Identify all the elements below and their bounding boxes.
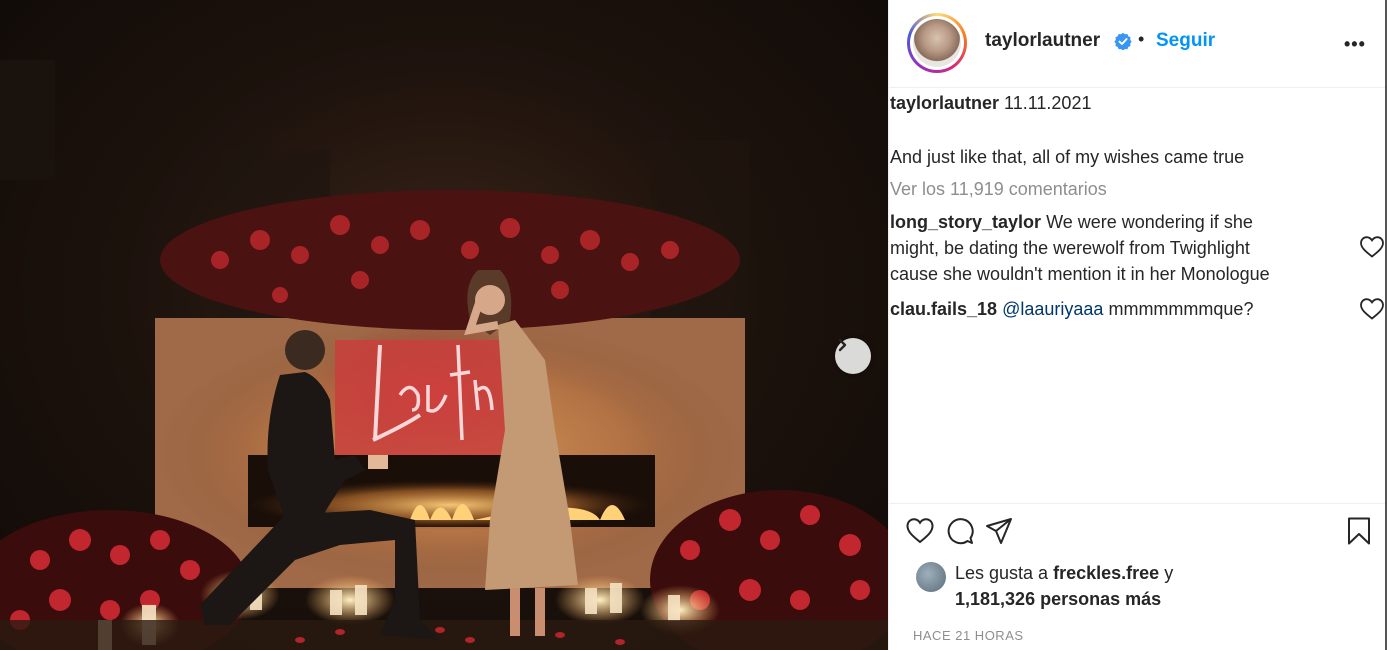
proposal-scene (0, 60, 888, 650)
floor (0, 620, 888, 650)
post-actions: Les gusta a freckles.free y 1,181,326 pe… (889, 503, 1386, 650)
comment-text: We were wondering if she (1046, 212, 1253, 232)
follow-button[interactable]: Seguir (1156, 30, 1215, 52)
rose-arrangement-top (160, 190, 740, 330)
separator-dot: • (1138, 29, 1145, 49)
window-left (0, 60, 55, 180)
likes-summary-line2[interactable]: 1,181,326 personas más (955, 589, 1161, 610)
comment-item: clau.fails_18 @laauriyaaa mmmmmmmque? (890, 296, 1345, 322)
post-photo (0, 0, 888, 650)
comment-username[interactable]: long_story_taylor (890, 212, 1041, 232)
likes-suffix: personas más (1040, 589, 1162, 609)
caption-username[interactable]: taylorlautner (890, 93, 999, 113)
header-username[interactable]: taylorlautner (985, 30, 1100, 52)
profile-avatar[interactable] (907, 13, 967, 73)
heart-icon[interactable] (905, 516, 935, 546)
chevron-right-icon (838, 338, 847, 352)
comment-mention[interactable]: @laauriyaaa (1002, 299, 1103, 319)
comment-text: might, be dating the werewolf from Twigh… (890, 238, 1250, 258)
comment-text: mmmmmmmque? (1108, 299, 1254, 319)
comment-item: long_story_taylor We were wondering if s… (890, 209, 1345, 287)
caption-header: taylorlautner 11.11.2021 (890, 90, 1091, 116)
liker-username[interactable]: freckles.free (1053, 563, 1159, 583)
heart-icon[interactable] (1359, 297, 1385, 321)
liker-avatar[interactable] (916, 562, 946, 592)
caption-text: And just like that, all of my wishes cam… (890, 147, 1245, 167)
likes-count: 1,181,326 (955, 589, 1036, 609)
post-timestamp[interactable]: HACE 21 HORAS (913, 628, 1024, 643)
view-comments-link[interactable]: Ver los 11,919 comentarios (890, 176, 1107, 202)
caption-date: 11.11.2021 (1004, 93, 1092, 113)
comment-icon[interactable] (945, 516, 975, 546)
paper-plane-icon[interactable] (984, 516, 1014, 546)
heart-icon[interactable] (1359, 235, 1385, 259)
post-header: taylorlautner • Seguir ••• (889, 0, 1386, 88)
likes-summary-line1: Les gusta a freckles.free y (955, 563, 1173, 584)
comment-username[interactable]: clau.fails_18 (890, 299, 997, 319)
more-options-icon[interactable]: ••• (1344, 34, 1366, 55)
next-photo-button[interactable] (835, 338, 871, 374)
likes-connector: y (1164, 563, 1174, 583)
comment-text: cause she wouldn't mention it in her Mon… (890, 264, 1270, 284)
likes-prefix: Les gusta a (955, 563, 1049, 583)
verified-badge-icon (1114, 32, 1132, 50)
avatar-photo (913, 19, 961, 67)
bookmark-icon[interactable] (1344, 516, 1374, 546)
post-details-panel: taylorlautner • Seguir ••• taylorlautner… (888, 0, 1387, 650)
